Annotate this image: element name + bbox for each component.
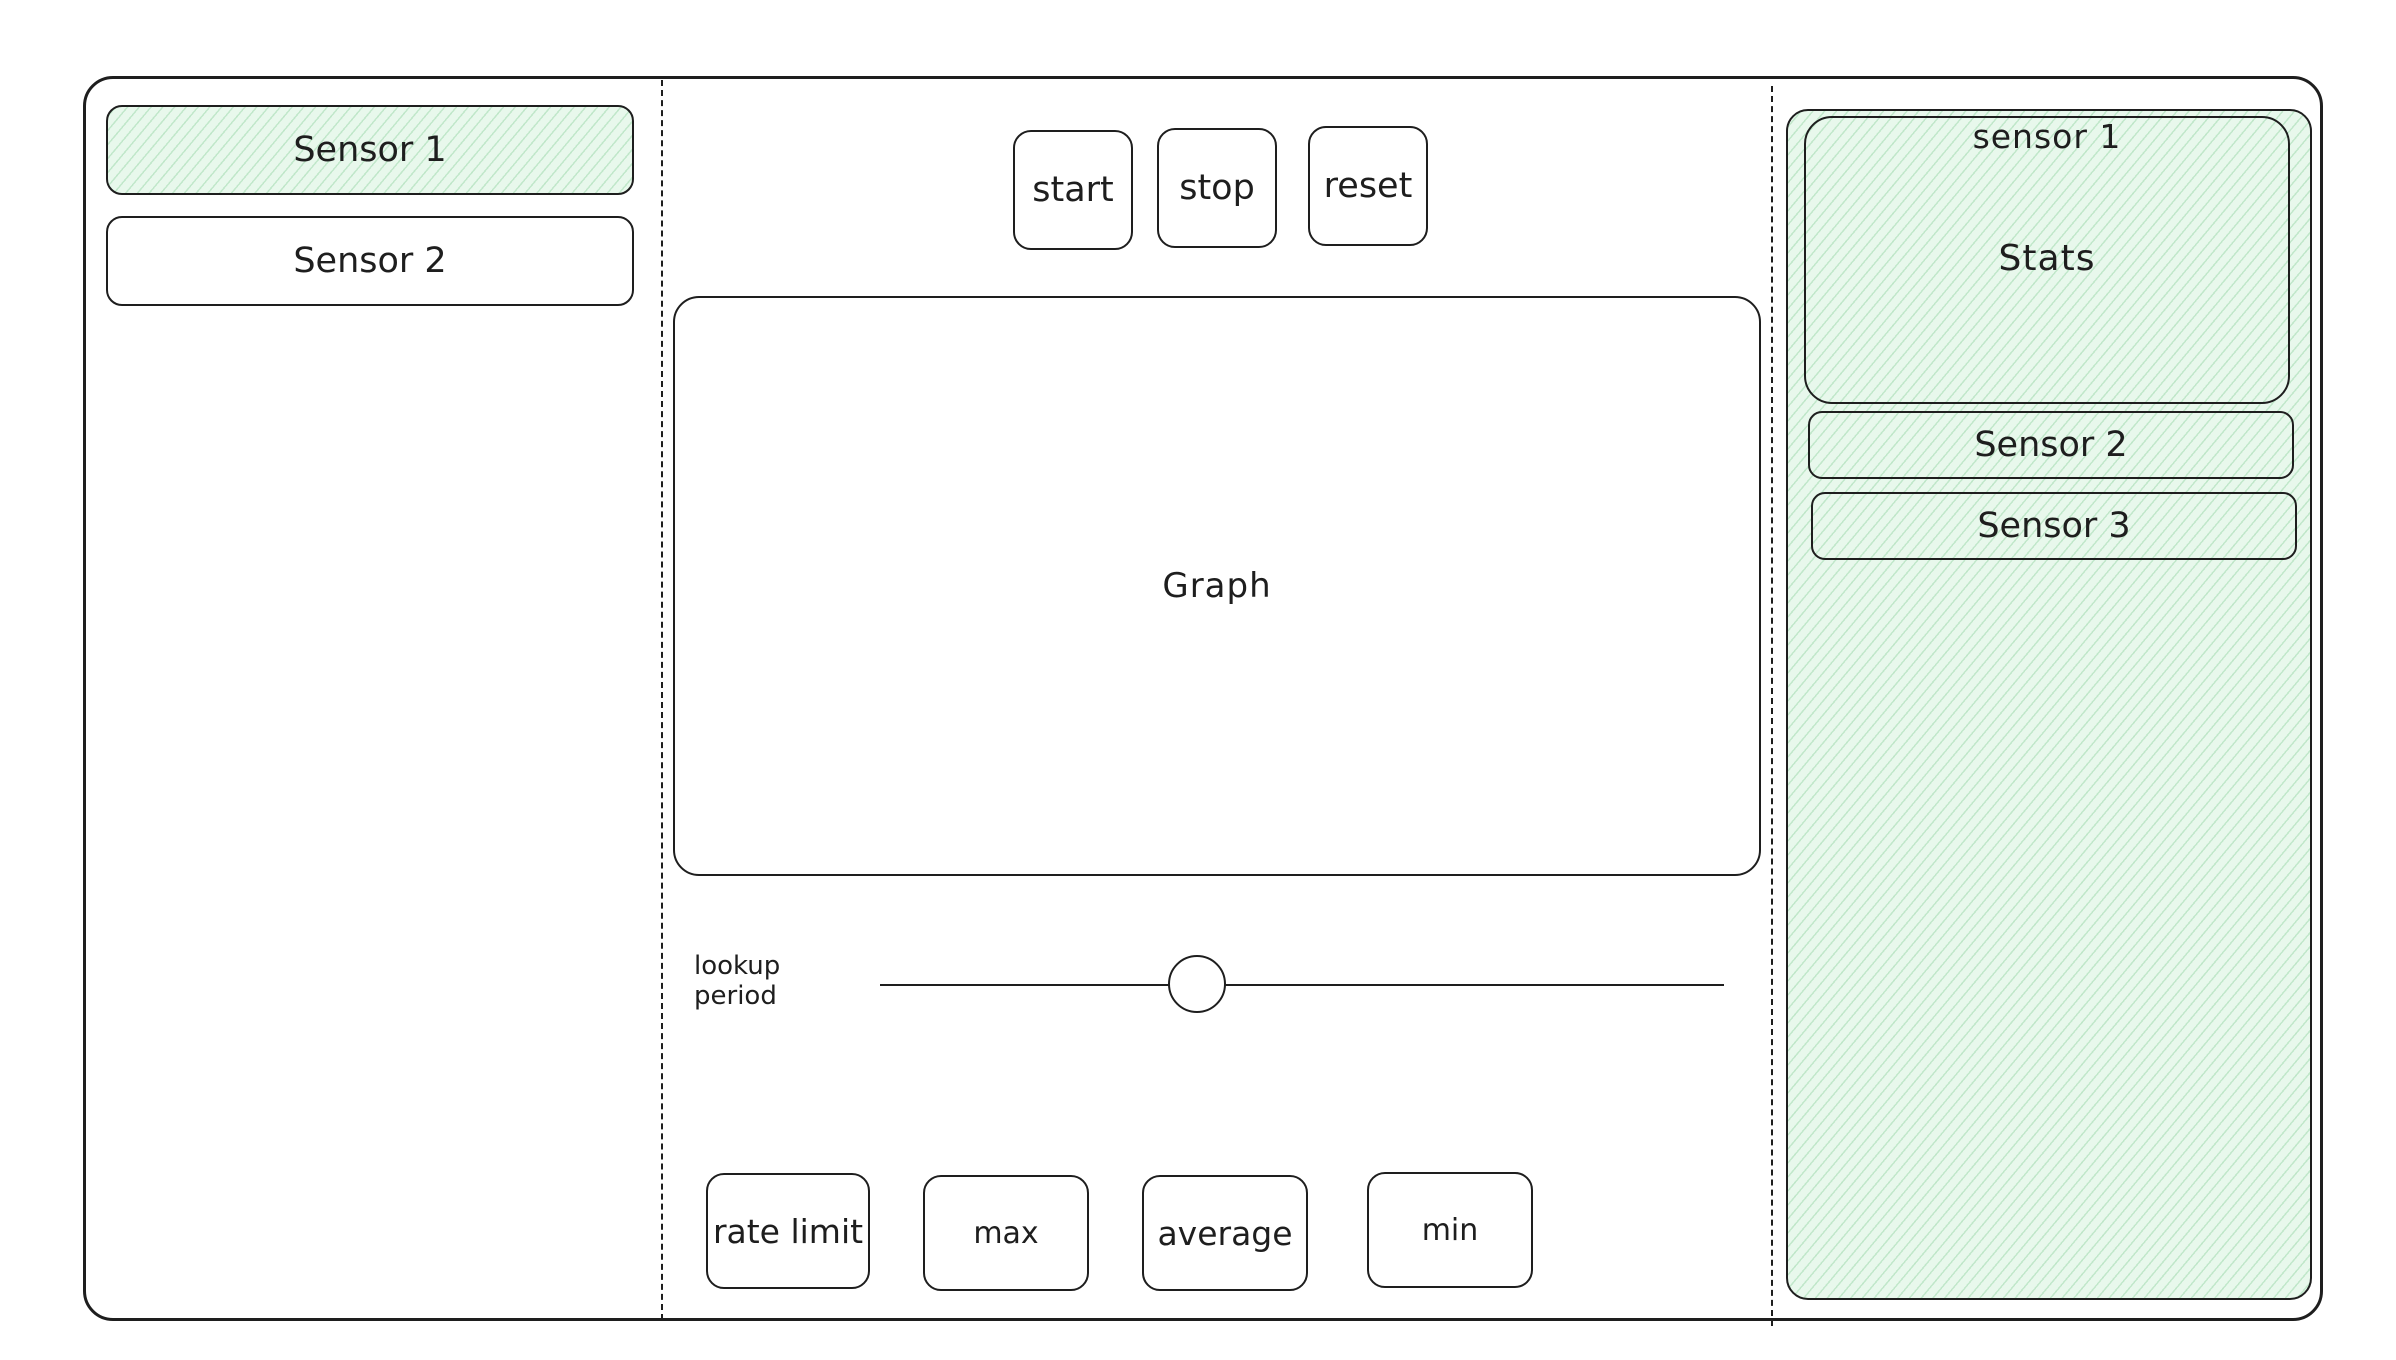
slider-track: [880, 984, 1724, 986]
sensor-3-stats-item[interactable]: Sensor 3: [1811, 492, 2297, 560]
lookup-period-slider[interactable]: [880, 955, 1724, 1013]
min-button[interactable]: min: [1367, 1172, 1533, 1288]
stop-button[interactable]: stop: [1157, 128, 1277, 248]
reset-button[interactable]: reset: [1308, 126, 1428, 246]
slider-thumb[interactable]: [1168, 955, 1226, 1013]
reset-button-label: reset: [1323, 166, 1413, 206]
start-button-label: start: [1032, 170, 1114, 210]
graph-label: Graph: [1162, 566, 1272, 606]
sensor-3-stats-label: Sensor 3: [1977, 506, 2131, 546]
right-divider: [1771, 86, 1773, 1326]
sidebar-item-label: Sensor 2: [293, 241, 447, 281]
sensor-2-stats-item[interactable]: Sensor 2: [1808, 411, 2294, 479]
average-label: average: [1157, 1213, 1293, 1253]
start-button[interactable]: start: [1013, 130, 1133, 250]
max-button[interactable]: max: [923, 1175, 1089, 1291]
left-divider: [661, 80, 663, 1320]
sensor-1-stats-title: sensor 1: [1972, 116, 2122, 156]
sidebar-item-sensor-2[interactable]: Sensor 2: [106, 216, 634, 306]
stop-button-label: stop: [1179, 168, 1255, 208]
sensor-2-stats-label: Sensor 2: [1974, 425, 2128, 465]
rate-limit-label: rate limit: [712, 1211, 864, 1251]
average-button[interactable]: average: [1142, 1175, 1308, 1291]
sidebar-item-label: Sensor 1: [293, 130, 447, 170]
lookup-period-label: lookup period: [694, 951, 781, 1011]
max-label: max: [973, 1215, 1039, 1251]
stats-label: Stats: [1998, 237, 2096, 279]
rate-limit-button[interactable]: rate limit: [706, 1173, 870, 1289]
min-label: min: [1421, 1212, 1479, 1248]
sidebar-item-sensor-1[interactable]: Sensor 1: [106, 105, 634, 195]
